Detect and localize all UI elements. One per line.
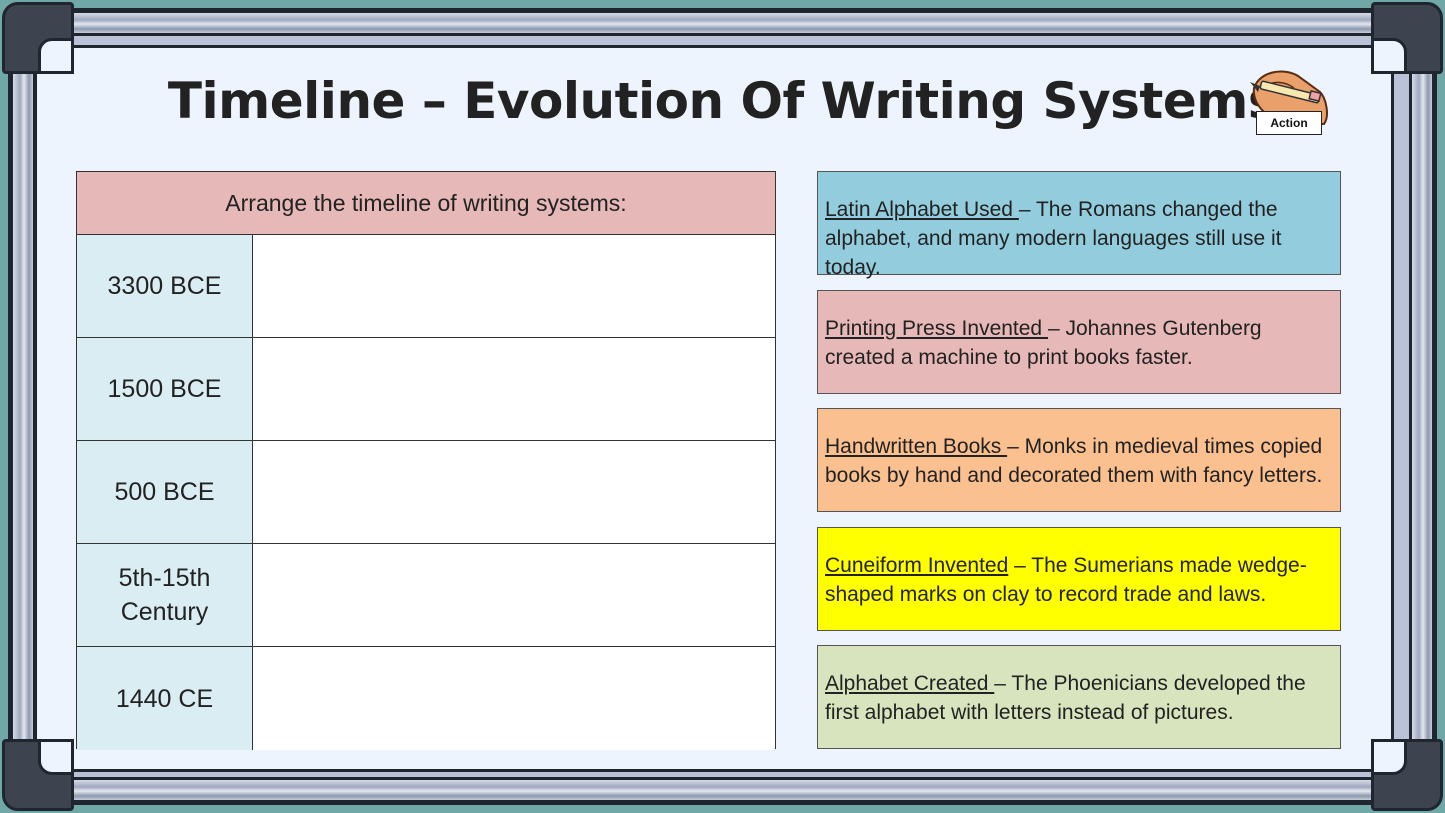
timeline-table: Arrange the timeline of writing systems:…	[76, 171, 776, 750]
card-heading: Latin Alphabet Used	[825, 198, 1019, 221]
table-row: 5th-15th Century	[77, 544, 775, 647]
card-heading: Alphabet Created	[825, 672, 995, 695]
timeline-answer-cell[interactable]	[253, 441, 775, 543]
timeline-date: 1500 BCE	[77, 338, 253, 440]
page-title: Timeline – Evolution Of Writing Systems	[167, 72, 1278, 130]
timeline-date: 1440 CE	[77, 647, 253, 750]
card-heading: Cuneiform Invented	[825, 554, 1009, 577]
timeline-date: 500 BCE	[77, 441, 253, 543]
event-card-printing-press[interactable]: Printing Press Invented – Johannes Guten…	[817, 290, 1341, 394]
frame-corner-bottom-right	[1371, 739, 1443, 811]
table-row: 500 BCE	[77, 441, 775, 544]
frame-rail-top	[40, 10, 1405, 36]
frame-corner-bottom-left	[2, 739, 74, 811]
frame-rail-right	[1409, 40, 1435, 773]
action-badge: Action	[1246, 66, 1332, 142]
timeline-answer-cell[interactable]	[253, 235, 775, 337]
event-card-alphabet-created[interactable]: Alphabet Created – The Phoenicians devel…	[817, 645, 1341, 749]
timeline-date: 5th-15th Century	[77, 544, 253, 646]
frame-rail-bottom	[40, 777, 1405, 803]
action-label: Action	[1256, 111, 1322, 135]
event-card-handwritten-books[interactable]: Handwritten Books – Monks in medieval ti…	[817, 408, 1341, 512]
table-row: 3300 BCE	[77, 235, 775, 338]
frame-corner-top-right	[1371, 2, 1443, 74]
frame-corner-top-left	[2, 2, 74, 74]
table-row: 1440 CE	[77, 647, 775, 750]
table-header: Arrange the timeline of writing systems:	[77, 172, 775, 235]
timeline-date: 3300 BCE	[77, 235, 253, 337]
card-heading: Printing Press Invented	[825, 317, 1048, 340]
card-heading: Handwritten Books	[825, 435, 1008, 458]
event-card-latin-alphabet[interactable]: Latin Alphabet Used – The Romans changed…	[817, 171, 1341, 279]
timeline-answer-cell[interactable]	[253, 647, 775, 750]
table-row: 1500 BCE	[77, 338, 775, 441]
timeline-answer-cell[interactable]	[253, 338, 775, 440]
frame-rail-left	[10, 40, 36, 773]
timeline-answer-cell[interactable]	[253, 544, 775, 646]
event-card-cuneiform[interactable]: Cuneiform Invented – The Sumerians made …	[817, 527, 1341, 631]
